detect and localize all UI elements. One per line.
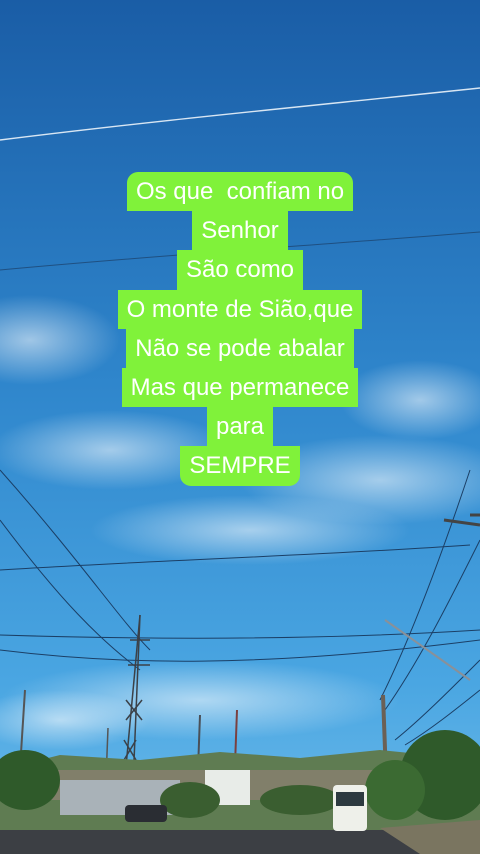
caption-text-overlay: Os que confiam no Senhor São como O mont… xyxy=(0,172,480,486)
caption-line: Mas que permanece xyxy=(121,368,359,408)
caption-line: O monte de Sião,que xyxy=(117,289,363,329)
caption-line: Senhor xyxy=(192,211,288,251)
caption-line: para xyxy=(206,407,274,447)
trees xyxy=(365,760,425,820)
bus xyxy=(333,785,367,831)
caption-line: Não se pode abalar xyxy=(126,328,354,369)
caption-line: Os que confiam no xyxy=(126,172,354,212)
car xyxy=(125,805,167,822)
caption-line: SEMPRE xyxy=(180,446,300,486)
trees xyxy=(260,785,340,815)
caption-line: São como xyxy=(176,250,304,290)
bus-window xyxy=(336,792,364,806)
trees xyxy=(160,782,220,818)
cloud xyxy=(90,495,410,565)
